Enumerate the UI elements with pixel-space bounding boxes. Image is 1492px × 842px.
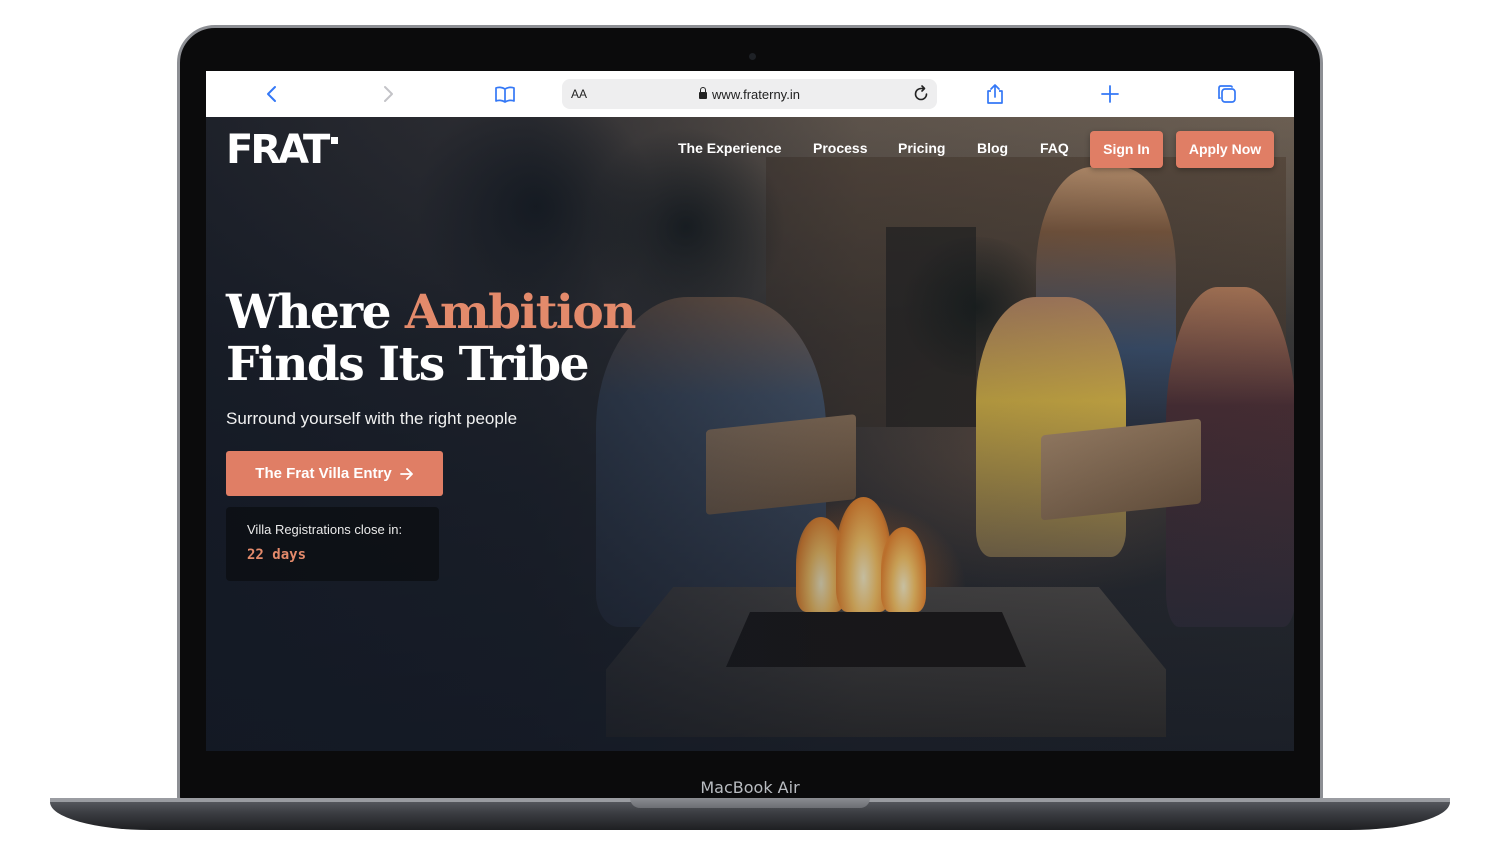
nav-faq[interactable]: FAQ (1040, 140, 1069, 156)
hero-overlay (206, 117, 1294, 751)
countdown-label: Villa Registrations close in: (247, 522, 403, 537)
address-bar[interactable]: AA www.fraterny.in (562, 79, 937, 109)
nav-the-experience[interactable]: The Experience (678, 140, 782, 156)
base-notch (630, 798, 870, 808)
arrow-right-icon (399, 467, 413, 480)
headline-part1: Where (226, 285, 405, 340)
new-tab-icon[interactable] (1098, 82, 1122, 106)
hero-section: FRAT The Experience Process Pricing Blog… (206, 117, 1294, 751)
cta-label: The Frat Villa Entry (255, 465, 392, 482)
headline-line2: Finds Its Tribe (226, 337, 590, 392)
share-icon[interactable] (983, 82, 1007, 106)
headline-accent: Ambition (404, 285, 637, 340)
forward-icon[interactable] (376, 82, 400, 106)
device-label: MacBook Air (700, 778, 800, 797)
frat-villa-entry-button[interactable]: The Frat Villa Entry (226, 451, 443, 496)
laptop-base (50, 798, 1450, 830)
nav-blog[interactable]: Blog (977, 140, 1008, 156)
logo-dot (331, 137, 338, 144)
bookmarks-icon[interactable] (493, 82, 517, 106)
countdown-value: 22 days (247, 547, 307, 563)
url-display: www.fraterny.in (562, 87, 937, 102)
nav-pricing[interactable]: Pricing (898, 140, 945, 156)
nav-process[interactable]: Process (813, 140, 867, 156)
url-text: www.fraterny.in (712, 87, 800, 102)
apply-now-button[interactable]: Apply Now (1176, 131, 1274, 168)
sign-in-button[interactable]: Sign In (1090, 131, 1163, 168)
frat-logo[interactable]: FRAT (226, 127, 330, 173)
camera (749, 53, 756, 60)
screen: AA www.fraterny.in FRAT The Experience P… (206, 71, 1294, 751)
tabs-icon[interactable] (1215, 82, 1239, 106)
reload-icon[interactable] (911, 84, 931, 104)
browser-toolbar: AA www.fraterny.in (206, 71, 1294, 117)
lock-icon (699, 87, 708, 99)
hero-subline: Surround yourself with the right people (226, 409, 518, 428)
back-icon[interactable] (260, 82, 284, 106)
hero-headline: Where Ambition Finds Its Tribe (226, 285, 637, 392)
laptop-lid: AA www.fraterny.in FRAT The Experience P… (177, 25, 1323, 803)
registration-countdown: Villa Registrations close in: 22 days (226, 507, 439, 581)
